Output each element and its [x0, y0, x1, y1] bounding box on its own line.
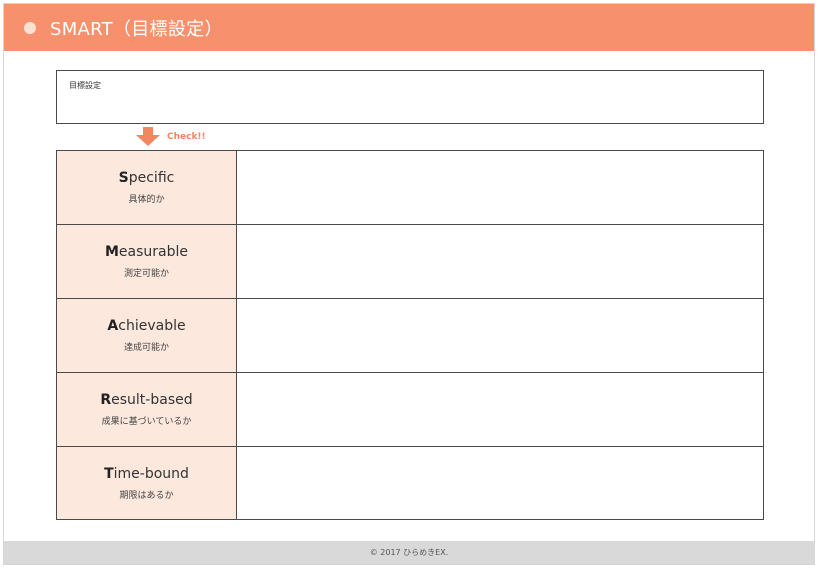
term-rest: pecific [128, 170, 175, 186]
bullet-dot-icon [24, 21, 36, 34]
down-arrow-icon [136, 127, 160, 146]
term-initial: S [118, 170, 129, 186]
term-description: 達成可能か [123, 343, 169, 353]
term-time-bound: Time-bound [104, 466, 189, 482]
page-title: SMART（目標設定） [50, 18, 223, 40]
time-bound-input-cell[interactable] [237, 447, 763, 519]
term-rest: esult-based [111, 392, 193, 408]
table-row-achievable: Achievable 達成可能か [57, 299, 763, 373]
term-description: 期限はあるか [119, 490, 174, 501]
term-description: 具体的か [128, 195, 165, 205]
slide-frame: SMART（目標設定） 目標設定 Check!! Specific 具体的か M… [3, 3, 815, 565]
copyright-text: © 2017 ひらめきEX. [369, 548, 449, 557]
smart-table: Specific 具体的か Measurable 測定可能か Achievabl… [56, 150, 764, 520]
table-row-result-based: Result-based 成果に基づいているか [57, 373, 763, 447]
term-rest: chievable [118, 318, 186, 334]
measurable-input-cell[interactable] [237, 225, 763, 298]
term-result-based: Result-based [100, 392, 192, 408]
table-row-specific: Specific 具体的か [57, 151, 763, 225]
check-label: Check!! [167, 132, 206, 142]
footer-bar: © 2017 ひらめきEX. [4, 541, 814, 564]
goal-input-box[interactable]: 目標設定 [56, 70, 764, 124]
specific-input-cell[interactable] [237, 151, 763, 224]
header-bar: SMART（目標設定） [4, 4, 814, 51]
term-initial: M [104, 244, 119, 260]
term-description: 成果に基づいているか [101, 417, 192, 427]
result-based-input-cell[interactable] [237, 373, 763, 446]
term-achievable: Achievable [107, 318, 185, 334]
term-initial: A [107, 318, 119, 334]
term-measurable: Measurable [105, 244, 188, 260]
term-specific: Specific [119, 170, 175, 186]
label-cell: Specific 具体的か [57, 151, 237, 224]
label-cell: Time-bound 期限はあるか [57, 447, 237, 519]
term-initial: T [104, 465, 114, 482]
term-rest: easurable [118, 244, 189, 260]
term-initial: R [100, 392, 112, 408]
table-row-measurable: Measurable 測定可能か [57, 225, 763, 299]
term-description: 測定可能か [123, 269, 169, 279]
table-row-time-bound: Time-bound 期限はあるか [57, 447, 763, 519]
label-cell: Achievable 達成可能か [57, 299, 237, 372]
label-cell: Measurable 測定可能か [57, 225, 237, 298]
goal-label: 目標設定 [69, 81, 101, 90]
label-cell: Result-based 成果に基づいているか [57, 373, 237, 446]
term-rest: ime-bound [113, 465, 189, 482]
achievable-input-cell[interactable] [237, 299, 763, 372]
